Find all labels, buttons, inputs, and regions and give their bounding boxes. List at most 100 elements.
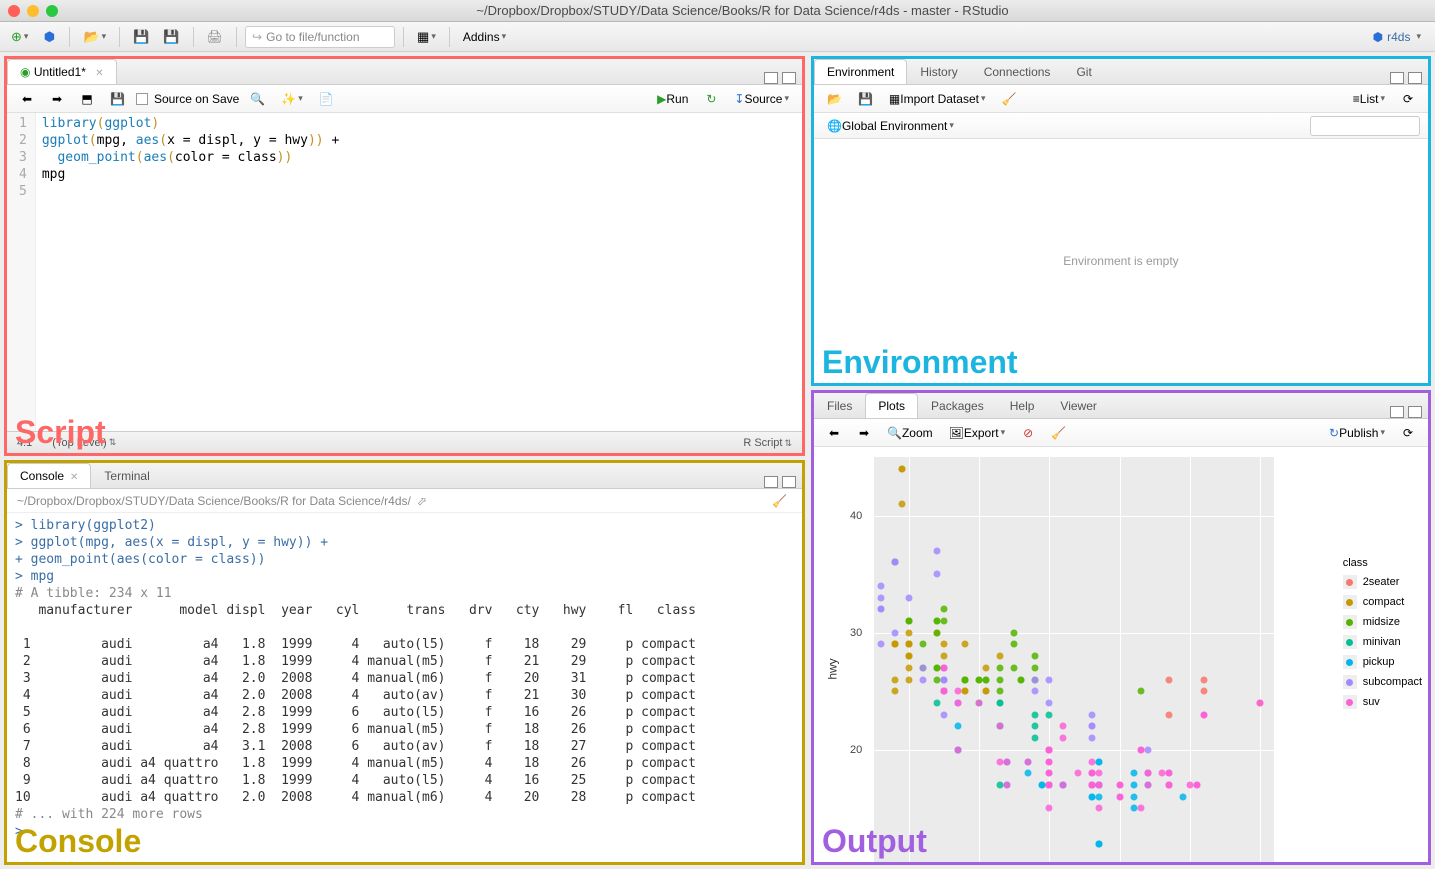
plot-next-button[interactable]: ➡ xyxy=(852,422,876,444)
output-tab-help[interactable]: Help xyxy=(997,393,1048,418)
data-point xyxy=(1032,711,1039,718)
data-point xyxy=(1095,840,1102,847)
data-point xyxy=(1165,676,1172,683)
data-point xyxy=(1200,711,1207,718)
close-icon[interactable]: ✕ xyxy=(70,472,78,483)
plot-area: class 2seatercompactmidsizeminivanpickup… xyxy=(814,447,1428,862)
find-button[interactable]: 🔍 xyxy=(245,88,270,110)
console-tab-terminal[interactable]: Terminal xyxy=(91,463,162,488)
maximize-pane-icon[interactable] xyxy=(1408,406,1422,418)
data-point xyxy=(997,758,1004,765)
zoom-button[interactable]: 🔍 Zoom xyxy=(882,422,938,444)
data-point xyxy=(899,465,906,472)
data-point xyxy=(997,688,1004,695)
back-button[interactable]: ⬅ xyxy=(15,88,39,110)
output-tab-viewer[interactable]: Viewer xyxy=(1047,393,1109,418)
env-tab-connections[interactable]: Connections xyxy=(971,59,1064,84)
maximize-pane-icon[interactable] xyxy=(1408,72,1422,84)
data-point xyxy=(1074,770,1081,777)
save-script-button[interactable]: 💾 xyxy=(105,88,130,110)
data-point xyxy=(955,746,962,753)
open-file-button[interactable]: 📂▾ xyxy=(78,26,111,48)
minimize-pane-icon[interactable] xyxy=(1390,72,1404,84)
close-icon[interactable]: ✕ xyxy=(95,68,103,79)
main-toolbar: ⊕▾ ⬢ 📂▾ 💾 💾 🖨 ↪ Go to file/function ▦▾ A… xyxy=(0,22,1435,52)
publish-button[interactable]: ↻ Publish▾ xyxy=(1324,422,1390,444)
save-button[interactable]: 💾 xyxy=(128,26,154,48)
env-tab-history[interactable]: History xyxy=(907,59,970,84)
data-point xyxy=(1032,653,1039,660)
script-tab[interactable]: ◉ Untitled1* ✕ xyxy=(7,59,117,84)
addins-button[interactable]: Addins▾ xyxy=(458,26,511,48)
view-mode-button[interactable]: ≡ List▾ xyxy=(1348,88,1390,110)
data-point xyxy=(1200,688,1207,695)
output-tab-plots[interactable]: Plots xyxy=(865,393,918,418)
data-point xyxy=(1039,782,1046,789)
data-point xyxy=(920,664,927,671)
compile-report-button[interactable]: 📄 xyxy=(314,88,339,110)
source-on-save-label: Source on Save xyxy=(154,92,239,106)
plot-prev-button[interactable]: ⬅ xyxy=(822,422,846,444)
data-point xyxy=(1095,758,1102,765)
data-point xyxy=(1116,782,1123,789)
source-button[interactable]: ↧ Source▾ xyxy=(729,88,794,110)
maximize-pane-icon[interactable] xyxy=(782,72,796,84)
data-point xyxy=(1032,688,1039,695)
data-point xyxy=(1130,805,1137,812)
env-tab-git[interactable]: Git xyxy=(1063,59,1104,84)
scope-indicator[interactable]: (Top Level) xyxy=(52,437,106,449)
close-window-button[interactable] xyxy=(8,5,20,17)
refresh-env-button[interactable]: ⟳ xyxy=(1396,88,1420,110)
data-point xyxy=(1137,746,1144,753)
show-in-new-window-button[interactable]: ⬒ xyxy=(75,88,99,110)
run-button[interactable]: ▶ Run xyxy=(652,88,693,110)
maximize-pane-icon[interactable] xyxy=(782,476,796,488)
console-tab-console[interactable]: Console✕ xyxy=(7,463,91,488)
data-point xyxy=(1179,793,1186,800)
file-type-indicator[interactable]: R Script xyxy=(743,437,782,449)
code-editor[interactable]: 12345 library(ggplot) ggplot(mpg, aes(x … xyxy=(7,113,802,431)
remove-plot-button[interactable]: ⊘ xyxy=(1016,422,1040,444)
minimize-pane-icon[interactable] xyxy=(764,72,778,84)
load-workspace-button[interactable]: 📂 xyxy=(822,88,847,110)
wd-popout-icon[interactable]: ⬀ xyxy=(417,494,427,508)
data-point xyxy=(892,641,899,648)
refresh-plot-button[interactable]: ⟳ xyxy=(1396,422,1420,444)
save-all-button[interactable]: 💾 xyxy=(158,26,184,48)
data-point xyxy=(1144,770,1151,777)
minimize-pane-icon[interactable] xyxy=(1390,406,1404,418)
data-point xyxy=(906,618,913,625)
env-search-input[interactable] xyxy=(1310,116,1420,136)
tools-button[interactable]: ▦▾ xyxy=(412,26,441,48)
save-workspace-button[interactable]: 💾 xyxy=(853,88,878,110)
source-on-save-checkbox[interactable] xyxy=(136,93,148,105)
data-point xyxy=(1046,782,1053,789)
output-tab-files[interactable]: Files xyxy=(814,393,865,418)
legend-label: minivan xyxy=(1363,636,1401,648)
new-file-button[interactable]: ⊕▾ xyxy=(6,26,33,48)
goto-placeholder: Go to file/function xyxy=(266,30,359,44)
console-output[interactable]: > library(ggplot2) > ggplot(mpg, aes(x =… xyxy=(7,513,802,862)
env-tab-environment[interactable]: Environment xyxy=(814,59,907,84)
legend-title: class xyxy=(1343,557,1422,569)
clear-console-button[interactable]: 🧹 xyxy=(767,490,792,512)
data-point xyxy=(1137,805,1144,812)
clear-plots-button[interactable]: 🧹 xyxy=(1046,422,1071,444)
output-tab-packages[interactable]: Packages xyxy=(918,393,997,418)
goto-file-function-input[interactable]: ↪ Go to file/function xyxy=(245,26,395,48)
forward-button[interactable]: ➡ xyxy=(45,88,69,110)
export-button[interactable]: 🖼 Export▾ xyxy=(944,422,1010,444)
minimize-pane-icon[interactable] xyxy=(764,476,778,488)
rerun-button[interactable]: ↻ xyxy=(699,88,723,110)
import-dataset-button[interactable]: ▦ Import Dataset▾ xyxy=(884,88,991,110)
clear-env-button[interactable]: 🧹 xyxy=(996,88,1021,110)
code-tools-button[interactable]: ✨▾ xyxy=(276,88,307,110)
minimize-window-button[interactable] xyxy=(27,5,39,17)
zoom-window-button[interactable] xyxy=(46,5,58,17)
env-scope-button[interactable]: 🌐 Global Environment▾ xyxy=(822,115,959,137)
new-project-button[interactable]: ⬢ xyxy=(37,26,61,48)
project-menu[interactable]: ⬢ r4ds ▾ xyxy=(1365,28,1429,46)
data-point xyxy=(1032,664,1039,671)
legend-label: compact xyxy=(1363,596,1405,608)
print-button[interactable]: 🖨 xyxy=(202,26,229,48)
